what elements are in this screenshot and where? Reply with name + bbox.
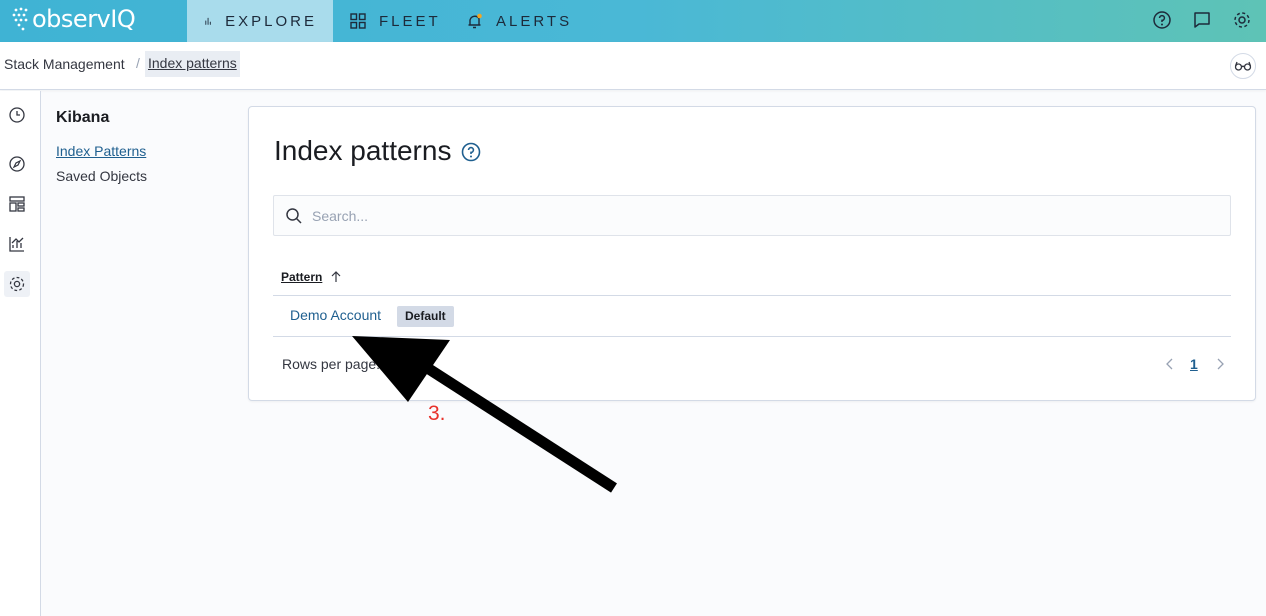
chevron-right-icon[interactable] <box>1213 356 1227 372</box>
bell-icon <box>468 13 482 29</box>
top-navigation-bar: observIQ EXPLORE FLEET ALERTS <box>0 0 1266 42</box>
page-number-button[interactable]: 1 <box>1190 356 1198 372</box>
sidenav-item-index-patterns[interactable]: Index Patterns <box>56 143 146 159</box>
gear-icon[interactable] <box>1230 8 1254 32</box>
observiq-logo[interactable]: observIQ <box>10 2 136 36</box>
help-icon[interactable] <box>1150 8 1174 32</box>
chevron-left-icon[interactable] <box>1163 356 1177 372</box>
logo-text: observIQ <box>32 5 136 33</box>
breadcrumb-bar: Stack Management / Index patterns <box>0 42 1266 90</box>
search-field[interactable] <box>273 195 1231 236</box>
annotation-step-label: 3. <box>428 402 446 425</box>
glasses-icon[interactable] <box>1230 53 1256 79</box>
tab-alerts-label: ALERTS <box>496 12 573 30</box>
breadcrumb-index-patterns: Index patterns <box>145 51 240 77</box>
breadcrumb-stack-management[interactable]: Stack Management <box>4 56 125 72</box>
pattern-link-demo-account[interactable]: Demo Account <box>290 307 381 323</box>
grid-icon <box>350 13 366 29</box>
index-patterns-panel: Index patterns Pattern Demo Account Defa… <box>248 106 1256 401</box>
tab-explore[interactable]: EXPLORE <box>187 0 333 42</box>
table-divider <box>273 295 1231 296</box>
chat-icon[interactable] <box>1190 8 1214 32</box>
compass-icon[interactable] <box>4 151 30 177</box>
tab-fleet[interactable]: FLEET <box>333 0 457 42</box>
search-icon <box>286 208 302 224</box>
tab-alerts[interactable]: ALERTS <box>450 0 588 42</box>
page-title: Index patterns <box>274 135 452 166</box>
question-circle-icon[interactable] <box>461 142 481 162</box>
sidenav-item-saved-objects[interactable]: Saved Objects <box>56 168 147 184</box>
clock-icon[interactable] <box>4 102 30 128</box>
logo-dots-icon <box>12 7 28 31</box>
management-gear-icon[interactable] <box>4 271 30 297</box>
table-divider <box>273 336 1231 337</box>
bar-chart-icon <box>205 17 211 25</box>
rows-per-page-label[interactable]: Rows per page: <box>282 356 380 372</box>
search-input[interactable] <box>312 196 1212 235</box>
tab-explore-label: EXPLORE <box>225 12 317 30</box>
default-badge: Default <box>397 306 454 327</box>
breadcrumb-separator: / <box>136 55 140 71</box>
tab-fleet-label: FLEET <box>379 12 441 30</box>
sort-ascending-icon[interactable] <box>329 270 343 284</box>
dashboard-icon[interactable] <box>4 191 30 217</box>
column-header-pattern[interactable]: Pattern <box>281 270 322 284</box>
visualize-icon[interactable] <box>4 231 30 257</box>
left-icon-rail <box>0 91 41 616</box>
sidenav-title: Kibana <box>56 109 110 126</box>
